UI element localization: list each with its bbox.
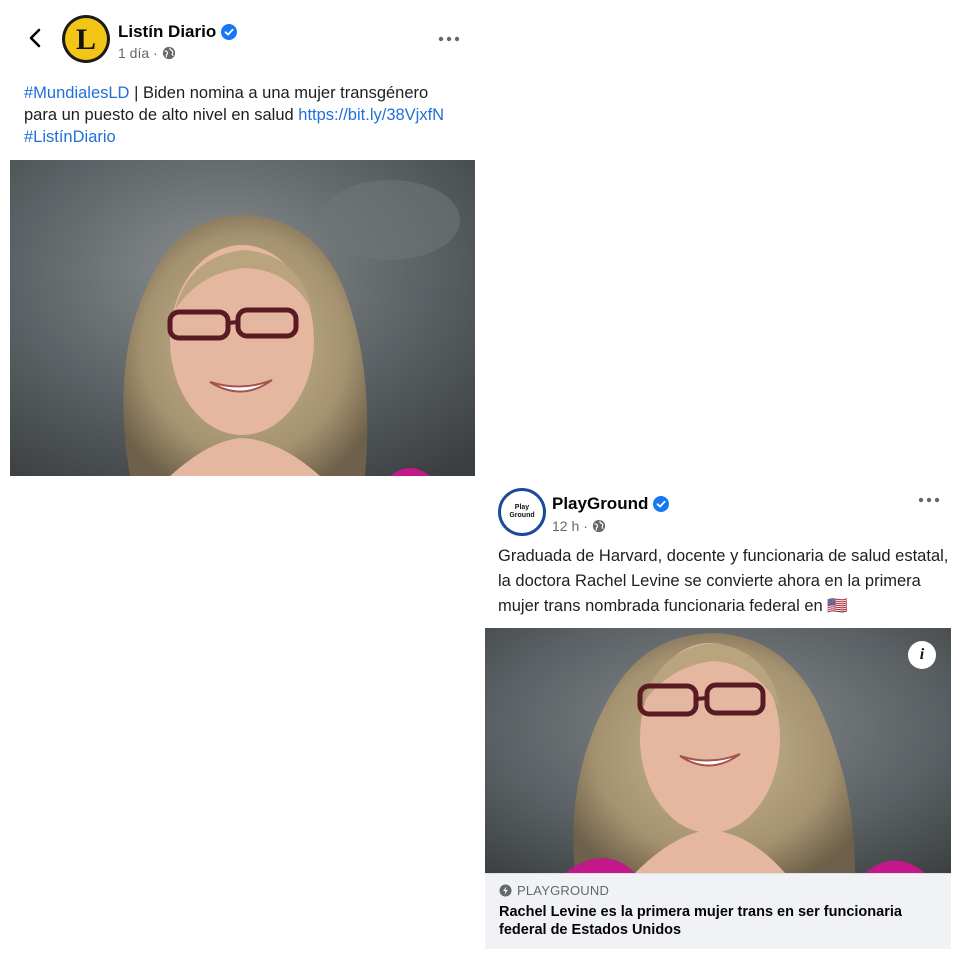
post-timestamp[interactable]: 12 h — [552, 518, 579, 534]
globe-icon — [592, 519, 606, 533]
post-meta: 1 día · — [118, 45, 176, 61]
back-arrow-icon[interactable] — [24, 26, 48, 50]
link-domain: PLAYGROUND — [499, 883, 609, 898]
avatar-logo-text: Play Ground — [509, 504, 535, 519]
page-name: PlayGround — [552, 494, 649, 513]
playground-avatar[interactable]: Play Ground — [498, 488, 546, 536]
post-listin-diario: L Listín Diario 1 día · #MundialesLD | B… — [0, 0, 480, 480]
post-timestamp[interactable]: 1 día — [118, 45, 149, 61]
us-flag-emoji: 🇺🇸 — [827, 597, 848, 615]
link-preview-photo[interactable] — [485, 628, 951, 873]
link-headline[interactable]: Rachel Levine es la primera mujer trans … — [499, 903, 944, 939]
hashtag-mundialesld[interactable]: #MundialesLD — [24, 84, 129, 102]
avatar-logo-letter: L — [75, 23, 96, 56]
post-caption: Graduada de Harvard, docente y funcionar… — [498, 544, 953, 619]
bolt-icon — [499, 884, 512, 897]
info-icon[interactable]: i — [908, 641, 936, 669]
link-domain-text: PLAYGROUND — [517, 883, 610, 898]
more-options-icon[interactable] — [917, 488, 941, 512]
post-meta: 12 h · — [552, 518, 606, 534]
page-name-link[interactable]: PlayGround — [552, 494, 670, 514]
caption-text: Graduada de Harvard, docente y funcionar… — [498, 547, 949, 615]
page-name-link[interactable]: Listín Diario — [118, 22, 238, 42]
globe-icon — [162, 46, 175, 60]
post-caption: #MundialesLD | Biden nomina a una mujer … — [24, 82, 459, 148]
meta-separator: · — [583, 518, 588, 534]
post-playground: Play Ground PlayGround 12 h · Graduada d… — [480, 478, 960, 960]
hashtag-listindiario[interactable]: #ListínDiario — [24, 128, 116, 146]
short-url-link[interactable]: https://bit.ly/38VjxfN — [298, 106, 444, 124]
post-photo[interactable] — [10, 160, 475, 476]
listin-diario-avatar[interactable]: L — [62, 15, 110, 63]
info-icon-glyph: i — [919, 646, 925, 663]
meta-separator: · — [153, 45, 158, 61]
link-preview-card[interactable]: PLAYGROUND Rachel Levine es la primera m… — [485, 873, 951, 949]
verified-badge-icon — [653, 496, 670, 512]
verified-badge-icon — [221, 24, 238, 40]
more-options-icon[interactable] — [437, 27, 461, 51]
page-name: Listín Diario — [118, 22, 217, 41]
